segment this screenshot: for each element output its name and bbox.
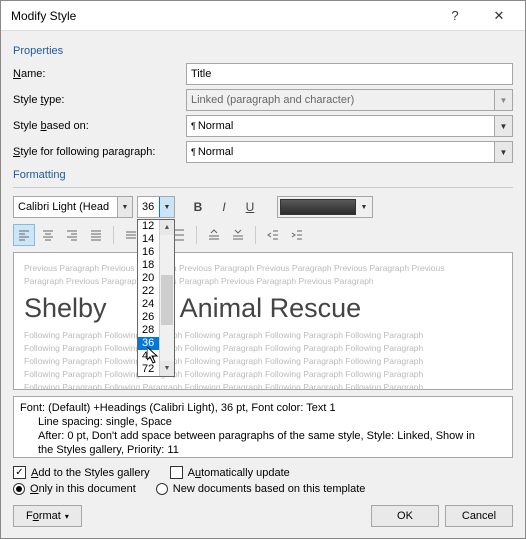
add-gallery-checkbox[interactable]: ✓: [13, 466, 26, 479]
space-before-inc-button[interactable]: [203, 224, 225, 246]
chevron-down-icon[interactable]: ▼: [494, 142, 512, 162]
chevron-down-icon[interactable]: ▼: [358, 204, 370, 211]
basedon-label: Style based on:: [13, 120, 178, 132]
name-label: Name:: [13, 68, 178, 80]
chevron-down-icon[interactable]: ▼: [494, 116, 512, 136]
help-button[interactable]: ?: [433, 1, 477, 30]
only-document-radio[interactable]: [13, 483, 25, 495]
auto-update-checkbox[interactable]: [170, 466, 183, 479]
description-box: Font: (Default) +Headings (Calibri Light…: [13, 396, 513, 458]
properties-section-label: Properties: [13, 45, 513, 57]
name-input[interactable]: Title: [186, 63, 513, 85]
modify-style-dialog: Modify Style ? ✕ Properties Name: Title …: [0, 0, 526, 539]
indent-decrease-button[interactable]: [262, 224, 284, 246]
chevron-down-icon: ▼: [494, 90, 512, 110]
chevron-down-icon[interactable]: ▼: [117, 197, 132, 217]
only-document-label: Only in this document: [30, 483, 136, 495]
formatting-section-label: Formatting: [13, 169, 513, 181]
align-right-button[interactable]: [61, 224, 83, 246]
space-before-dec-button[interactable]: [227, 224, 249, 246]
following-combo[interactable]: ¶Normal ▼: [186, 141, 513, 163]
align-left-button[interactable]: [13, 224, 35, 246]
basedon-combo[interactable]: ¶Normal ▼: [186, 115, 513, 137]
preview-panel: Previous Paragraph Previous Paragraph Pr…: [13, 252, 513, 390]
styletype-label: Style type:: [13, 94, 178, 106]
auto-update-label: Automatically update: [188, 467, 290, 479]
sample-text: Shelbyld Animal Rescue: [24, 292, 502, 325]
window-title: Modify Style: [11, 9, 433, 23]
align-justify-button[interactable]: [85, 224, 107, 246]
following-label: Style for following paragraph:: [13, 146, 178, 158]
font-size-dropdown: 121416182022242628364872 ▲ ▼: [137, 219, 175, 377]
new-documents-label: New documents based on this template: [173, 483, 366, 495]
font-size-combo[interactable]: 36 ▼ 121416182022242628364872 ▲ ▼: [137, 196, 175, 218]
cancel-button[interactable]: Cancel: [445, 505, 513, 527]
title-bar: Modify Style ? ✕: [1, 1, 525, 31]
bold-button[interactable]: B: [187, 196, 209, 218]
scroll-up-icon[interactable]: ▲: [160, 220, 174, 235]
indent-increase-button[interactable]: [286, 224, 308, 246]
font-color-button[interactable]: ▼: [277, 196, 373, 218]
underline-button[interactable]: U: [239, 196, 261, 218]
align-center-button[interactable]: [37, 224, 59, 246]
chevron-down-icon[interactable]: ▼: [159, 197, 174, 217]
new-documents-radio[interactable]: [156, 483, 168, 495]
add-gallery-label: Add to the Styles gallery: [31, 467, 150, 479]
italic-button[interactable]: I: [213, 196, 235, 218]
scrollbar[interactable]: ▲ ▼: [159, 220, 174, 376]
close-button[interactable]: ✕: [477, 1, 521, 30]
styletype-combo: Linked (paragraph and character) ▼: [186, 89, 513, 111]
color-swatch: [280, 199, 356, 215]
font-combo[interactable]: Calibri Light (Head ▼: [13, 196, 133, 218]
ok-button[interactable]: OK: [371, 505, 439, 527]
format-button[interactable]: Format▾: [13, 505, 82, 527]
scroll-down-icon[interactable]: ▼: [160, 361, 174, 376]
